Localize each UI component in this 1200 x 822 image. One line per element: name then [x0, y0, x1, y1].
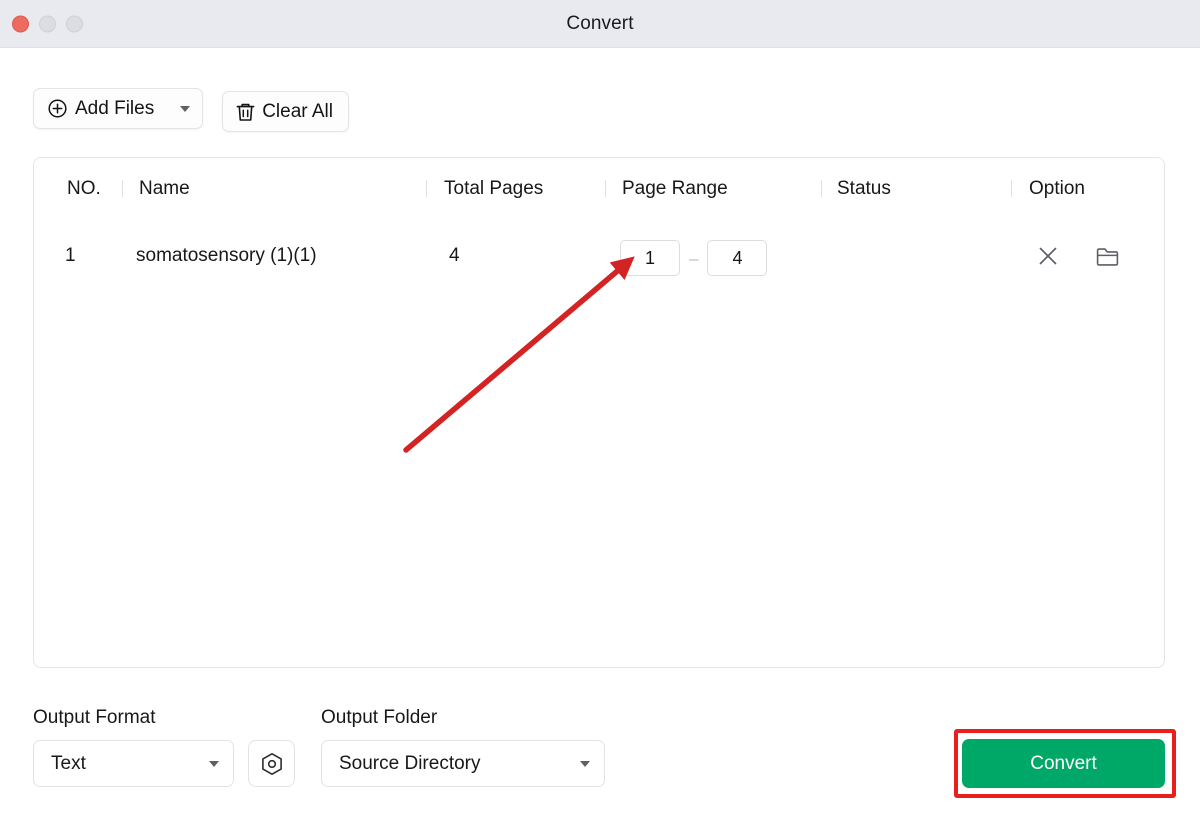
row-total-pages: 4: [449, 245, 460, 266]
output-settings-button[interactable]: [248, 740, 295, 787]
window-title: Convert: [566, 12, 634, 34]
file-list-panel: NO. Name Total Pages Page Range Status O…: [33, 157, 1165, 668]
page-range-to-input[interactable]: [707, 240, 768, 276]
plus-circle-icon: [48, 99, 67, 118]
row-option-actions: [1036, 220, 1119, 292]
settings-hex-icon: [259, 751, 285, 777]
title-bar: Convert: [0, 0, 1200, 48]
row-file-name: somatosensory (1)(1): [136, 245, 317, 266]
clear-all-label: Clear All: [262, 100, 333, 122]
trash-icon: [236, 102, 255, 122]
column-divider: [821, 180, 822, 197]
column-divider: [122, 180, 123, 197]
chevron-down-icon: [580, 760, 590, 767]
column-header-no: NO.: [67, 178, 101, 199]
column-divider: [1011, 180, 1012, 197]
convert-button[interactable]: Convert: [962, 739, 1165, 788]
column-header-name: Name: [139, 178, 190, 199]
output-folder-select[interactable]: Source Directory: [321, 740, 605, 787]
close-icon[interactable]: [1036, 244, 1060, 268]
table-header-row: NO. Name Total Pages Page Range Status O…: [34, 158, 1164, 220]
column-divider: [426, 180, 427, 197]
folder-icon[interactable]: [1095, 244, 1119, 268]
column-header-page-range: Page Range: [622, 178, 728, 199]
column-header-option: Option: [1029, 178, 1085, 199]
output-folder-label: Output Folder: [321, 707, 438, 728]
add-files-label: Add Files: [75, 97, 155, 119]
add-files-button[interactable]: Add Files: [33, 88, 204, 129]
column-header-total-pages: Total Pages: [444, 178, 544, 199]
chevron-down-icon: [209, 760, 219, 767]
convert-window: Convert Add Files Clear All NO. Name Tot…: [0, 0, 1200, 822]
toolbar: Add Files Clear All: [33, 88, 349, 132]
page-range-from-input[interactable]: [620, 240, 680, 276]
output-folder-value: Source Directory: [339, 752, 481, 774]
row-number: 1: [65, 245, 76, 266]
page-range-separator: –: [689, 248, 699, 268]
chevron-down-icon[interactable]: [180, 105, 191, 112]
column-divider: [605, 180, 606, 197]
output-format-value: Text: [51, 752, 86, 774]
page-range-controls: –: [620, 240, 768, 276]
clear-all-button[interactable]: Clear All: [222, 91, 349, 132]
column-header-status: Status: [837, 178, 891, 199]
table-row[interactable]: 1 somatosensory (1)(1) 4 –: [34, 220, 1164, 292]
output-format-select[interactable]: Text: [33, 740, 234, 787]
output-format-label: Output Format: [33, 707, 156, 728]
